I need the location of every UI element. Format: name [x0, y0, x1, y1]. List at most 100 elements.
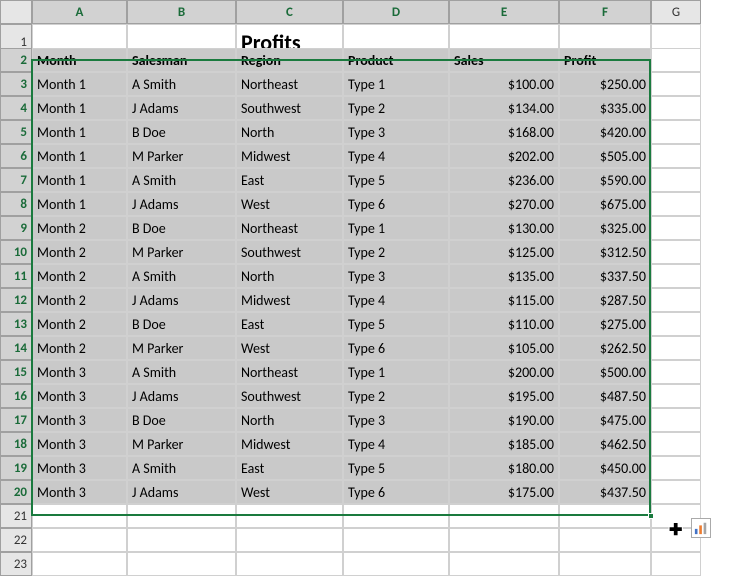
cell-G13[interactable]: [651, 312, 701, 336]
data-cell[interactable]: $125.00: [449, 240, 559, 264]
cell-B23[interactable]: [127, 552, 236, 576]
data-cell[interactable]: M Parker: [127, 144, 236, 168]
header-cell-salesman[interactable]: Salesman: [127, 48, 236, 72]
cell-G19[interactable]: [651, 456, 701, 480]
cell-G5[interactable]: [651, 120, 701, 144]
data-cell[interactable]: $420.00: [559, 120, 651, 144]
data-cell[interactable]: Type 3: [343, 408, 449, 432]
data-cell[interactable]: $335.00: [559, 96, 651, 120]
header-cell-region[interactable]: Region: [236, 48, 343, 72]
data-cell[interactable]: $135.00: [449, 264, 559, 288]
cell-E21[interactable]: [449, 504, 559, 528]
row-header-5[interactable]: 5: [0, 120, 32, 144]
column-header-F[interactable]: F: [559, 0, 651, 24]
data-cell[interactable]: Month 1: [32, 72, 127, 96]
data-cell[interactable]: $262.50: [559, 336, 651, 360]
cell-C23[interactable]: [236, 552, 343, 576]
row-header-14[interactable]: 14: [0, 336, 32, 360]
data-cell[interactable]: $236.00: [449, 168, 559, 192]
data-cell[interactable]: West: [236, 192, 343, 216]
data-cell[interactable]: $312.50: [559, 240, 651, 264]
row-header-20[interactable]: 20: [0, 480, 32, 504]
cell-G14[interactable]: [651, 336, 701, 360]
data-cell[interactable]: Type 2: [343, 240, 449, 264]
data-cell[interactable]: $190.00: [449, 408, 559, 432]
cell-E22[interactable]: [449, 528, 559, 552]
cell-D23[interactable]: [343, 552, 449, 576]
data-cell[interactable]: Type 6: [343, 480, 449, 504]
data-cell[interactable]: Month 1: [32, 96, 127, 120]
row-header-8[interactable]: 8: [0, 192, 32, 216]
data-cell[interactable]: $437.50: [559, 480, 651, 504]
data-cell[interactable]: $200.00: [449, 360, 559, 384]
data-cell[interactable]: $675.00: [559, 192, 651, 216]
cell-G7[interactable]: [651, 168, 701, 192]
data-cell[interactable]: $195.00: [449, 384, 559, 408]
row-header-10[interactable]: 10: [0, 240, 32, 264]
data-cell[interactable]: B Doe: [127, 312, 236, 336]
data-cell[interactable]: Type 4: [343, 144, 449, 168]
data-cell[interactable]: $475.00: [559, 408, 651, 432]
cell-C22[interactable]: [236, 528, 343, 552]
data-cell[interactable]: $100.00: [449, 72, 559, 96]
data-cell[interactable]: Month 3: [32, 480, 127, 504]
column-header-C[interactable]: C: [236, 0, 343, 24]
data-cell[interactable]: $275.00: [559, 312, 651, 336]
cell-G3[interactable]: [651, 72, 701, 96]
cell-G9[interactable]: [651, 216, 701, 240]
data-cell[interactable]: $590.00: [559, 168, 651, 192]
data-cell[interactable]: $287.50: [559, 288, 651, 312]
data-cell[interactable]: B Doe: [127, 408, 236, 432]
cell-A21[interactable]: [32, 504, 127, 528]
data-cell[interactable]: Month 2: [32, 312, 127, 336]
row-header-21[interactable]: 21: [0, 504, 32, 528]
data-cell[interactable]: Type 3: [343, 264, 449, 288]
cell-A23[interactable]: [32, 552, 127, 576]
data-cell[interactable]: Month 1: [32, 168, 127, 192]
data-cell[interactable]: Month 1: [32, 120, 127, 144]
data-cell[interactable]: Midwest: [236, 144, 343, 168]
cell-G2[interactable]: [651, 48, 701, 72]
data-cell[interactable]: Midwest: [236, 432, 343, 456]
data-cell[interactable]: Southwest: [236, 384, 343, 408]
data-cell[interactable]: Type 5: [343, 312, 449, 336]
cell-B21[interactable]: [127, 504, 236, 528]
data-cell[interactable]: Month 1: [32, 144, 127, 168]
row-header-3[interactable]: 3: [0, 72, 32, 96]
data-cell[interactable]: A Smith: [127, 72, 236, 96]
data-cell[interactable]: Month 3: [32, 408, 127, 432]
data-cell[interactable]: Month 3: [32, 360, 127, 384]
cell-E23[interactable]: [449, 552, 559, 576]
data-cell[interactable]: Type 3: [343, 120, 449, 144]
data-cell[interactable]: Month 2: [32, 240, 127, 264]
data-cell[interactable]: $180.00: [449, 456, 559, 480]
data-cell[interactable]: $130.00: [449, 216, 559, 240]
data-cell[interactable]: Month 2: [32, 264, 127, 288]
data-cell[interactable]: B Doe: [127, 216, 236, 240]
cell-G23[interactable]: [651, 552, 701, 576]
data-cell[interactable]: Northeast: [236, 216, 343, 240]
select-all-corner[interactable]: [0, 0, 32, 24]
data-cell[interactable]: $450.00: [559, 456, 651, 480]
cell-C21[interactable]: [236, 504, 343, 528]
row-header-9[interactable]: 9: [0, 216, 32, 240]
cell-D21[interactable]: [343, 504, 449, 528]
data-cell[interactable]: $505.00: [559, 144, 651, 168]
row-header-18[interactable]: 18: [0, 432, 32, 456]
header-cell-product[interactable]: Product: [343, 48, 449, 72]
data-cell[interactable]: Southwest: [236, 96, 343, 120]
data-cell[interactable]: Type 4: [343, 288, 449, 312]
data-cell[interactable]: $105.00: [449, 336, 559, 360]
data-cell[interactable]: J Adams: [127, 192, 236, 216]
column-header-E[interactable]: E: [449, 0, 559, 24]
cell-A22[interactable]: [32, 528, 127, 552]
cell-G17[interactable]: [651, 408, 701, 432]
data-cell[interactable]: J Adams: [127, 288, 236, 312]
quick-analysis-icon[interactable]: [691, 518, 711, 538]
row-header-19[interactable]: 19: [0, 456, 32, 480]
data-cell[interactable]: $270.00: [449, 192, 559, 216]
cell-G8[interactable]: [651, 192, 701, 216]
data-cell[interactable]: Type 1: [343, 216, 449, 240]
data-cell[interactable]: Southwest: [236, 240, 343, 264]
data-cell[interactable]: $487.50: [559, 384, 651, 408]
